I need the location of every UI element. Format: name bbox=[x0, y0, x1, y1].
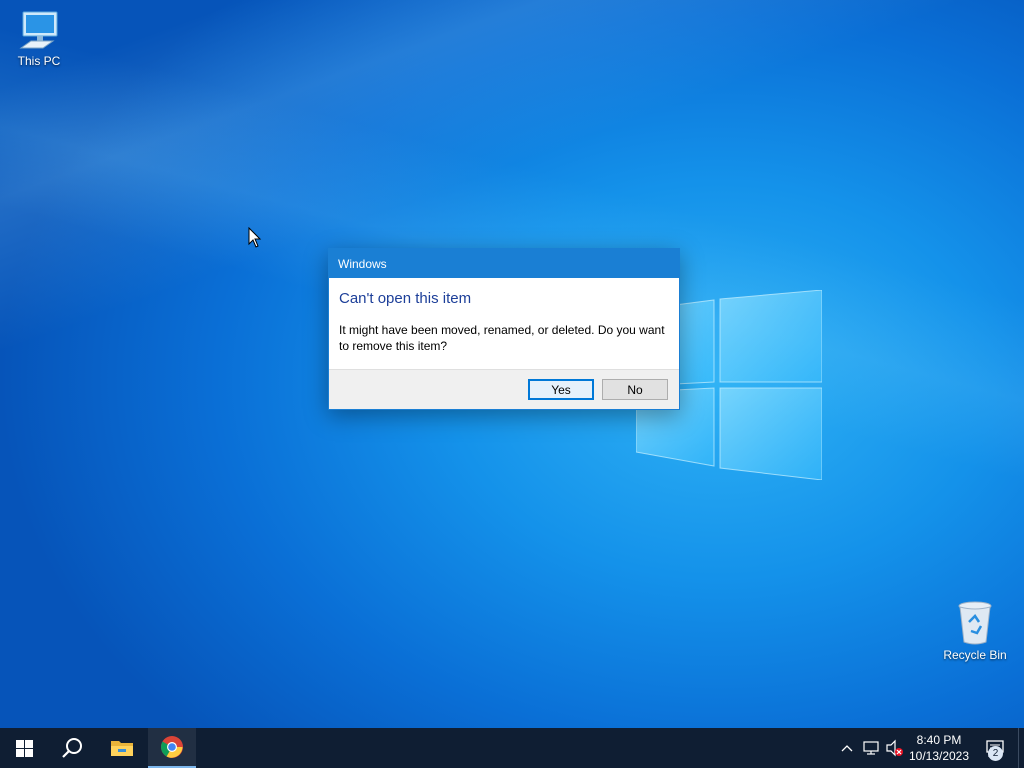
dialog-titlebar[interactable]: Windows bbox=[329, 249, 679, 278]
notification-count-badge: 2 bbox=[988, 746, 1003, 761]
chevron-up-icon bbox=[841, 745, 853, 752]
search-icon bbox=[62, 738, 82, 758]
no-button[interactable]: No bbox=[602, 379, 668, 400]
dialog-title: Windows bbox=[338, 257, 387, 271]
desktop-icon-recycle-bin[interactable]: Recycle Bin bbox=[936, 600, 1014, 662]
recycle-bin-icon bbox=[958, 601, 992, 645]
show-desktop-button[interactable] bbox=[1018, 728, 1024, 768]
yes-button[interactable]: Yes bbox=[528, 379, 594, 400]
dialog-message: It might have been moved, renamed, or de… bbox=[339, 323, 665, 353]
show-hidden-icons-button[interactable] bbox=[838, 728, 856, 768]
dialog-body: Can't open this item It might have been … bbox=[329, 278, 679, 370]
desktop-icon-this-pc[interactable]: This PC bbox=[0, 8, 78, 68]
clock[interactable]: 8:40 PM 10/13/2023 bbox=[906, 732, 972, 764]
volume-button[interactable] bbox=[884, 728, 906, 768]
start-button[interactable] bbox=[0, 728, 48, 768]
dialog-heading: Can't open this item bbox=[339, 290, 472, 307]
network-icon bbox=[863, 741, 879, 755]
windows-logo-icon bbox=[15, 739, 33, 757]
taskbar: 8:40 PM 10/13/2023 bbox=[0, 728, 1024, 768]
network-button[interactable] bbox=[860, 728, 882, 768]
desktop-icon-label: This PC bbox=[17, 54, 61, 68]
chrome-button[interactable] bbox=[148, 728, 196, 768]
search-button[interactable] bbox=[48, 728, 96, 768]
mouse-cursor-icon bbox=[248, 227, 262, 248]
computer-icon bbox=[19, 11, 58, 49]
message-dialog: Windows Can't open this item It might ha… bbox=[328, 248, 680, 410]
dialog-footer: Yes No bbox=[329, 369, 679, 409]
file-explorer-button[interactable] bbox=[98, 728, 146, 768]
desktop-icon-label: Recycle Bin bbox=[943, 648, 1007, 662]
clock-time: 8:40 PM bbox=[916, 733, 962, 747]
chrome-icon bbox=[161, 736, 183, 758]
clock-date: 10/13/2023 bbox=[908, 749, 970, 763]
volume-muted-icon bbox=[886, 739, 903, 757]
folder-icon bbox=[111, 741, 133, 756]
